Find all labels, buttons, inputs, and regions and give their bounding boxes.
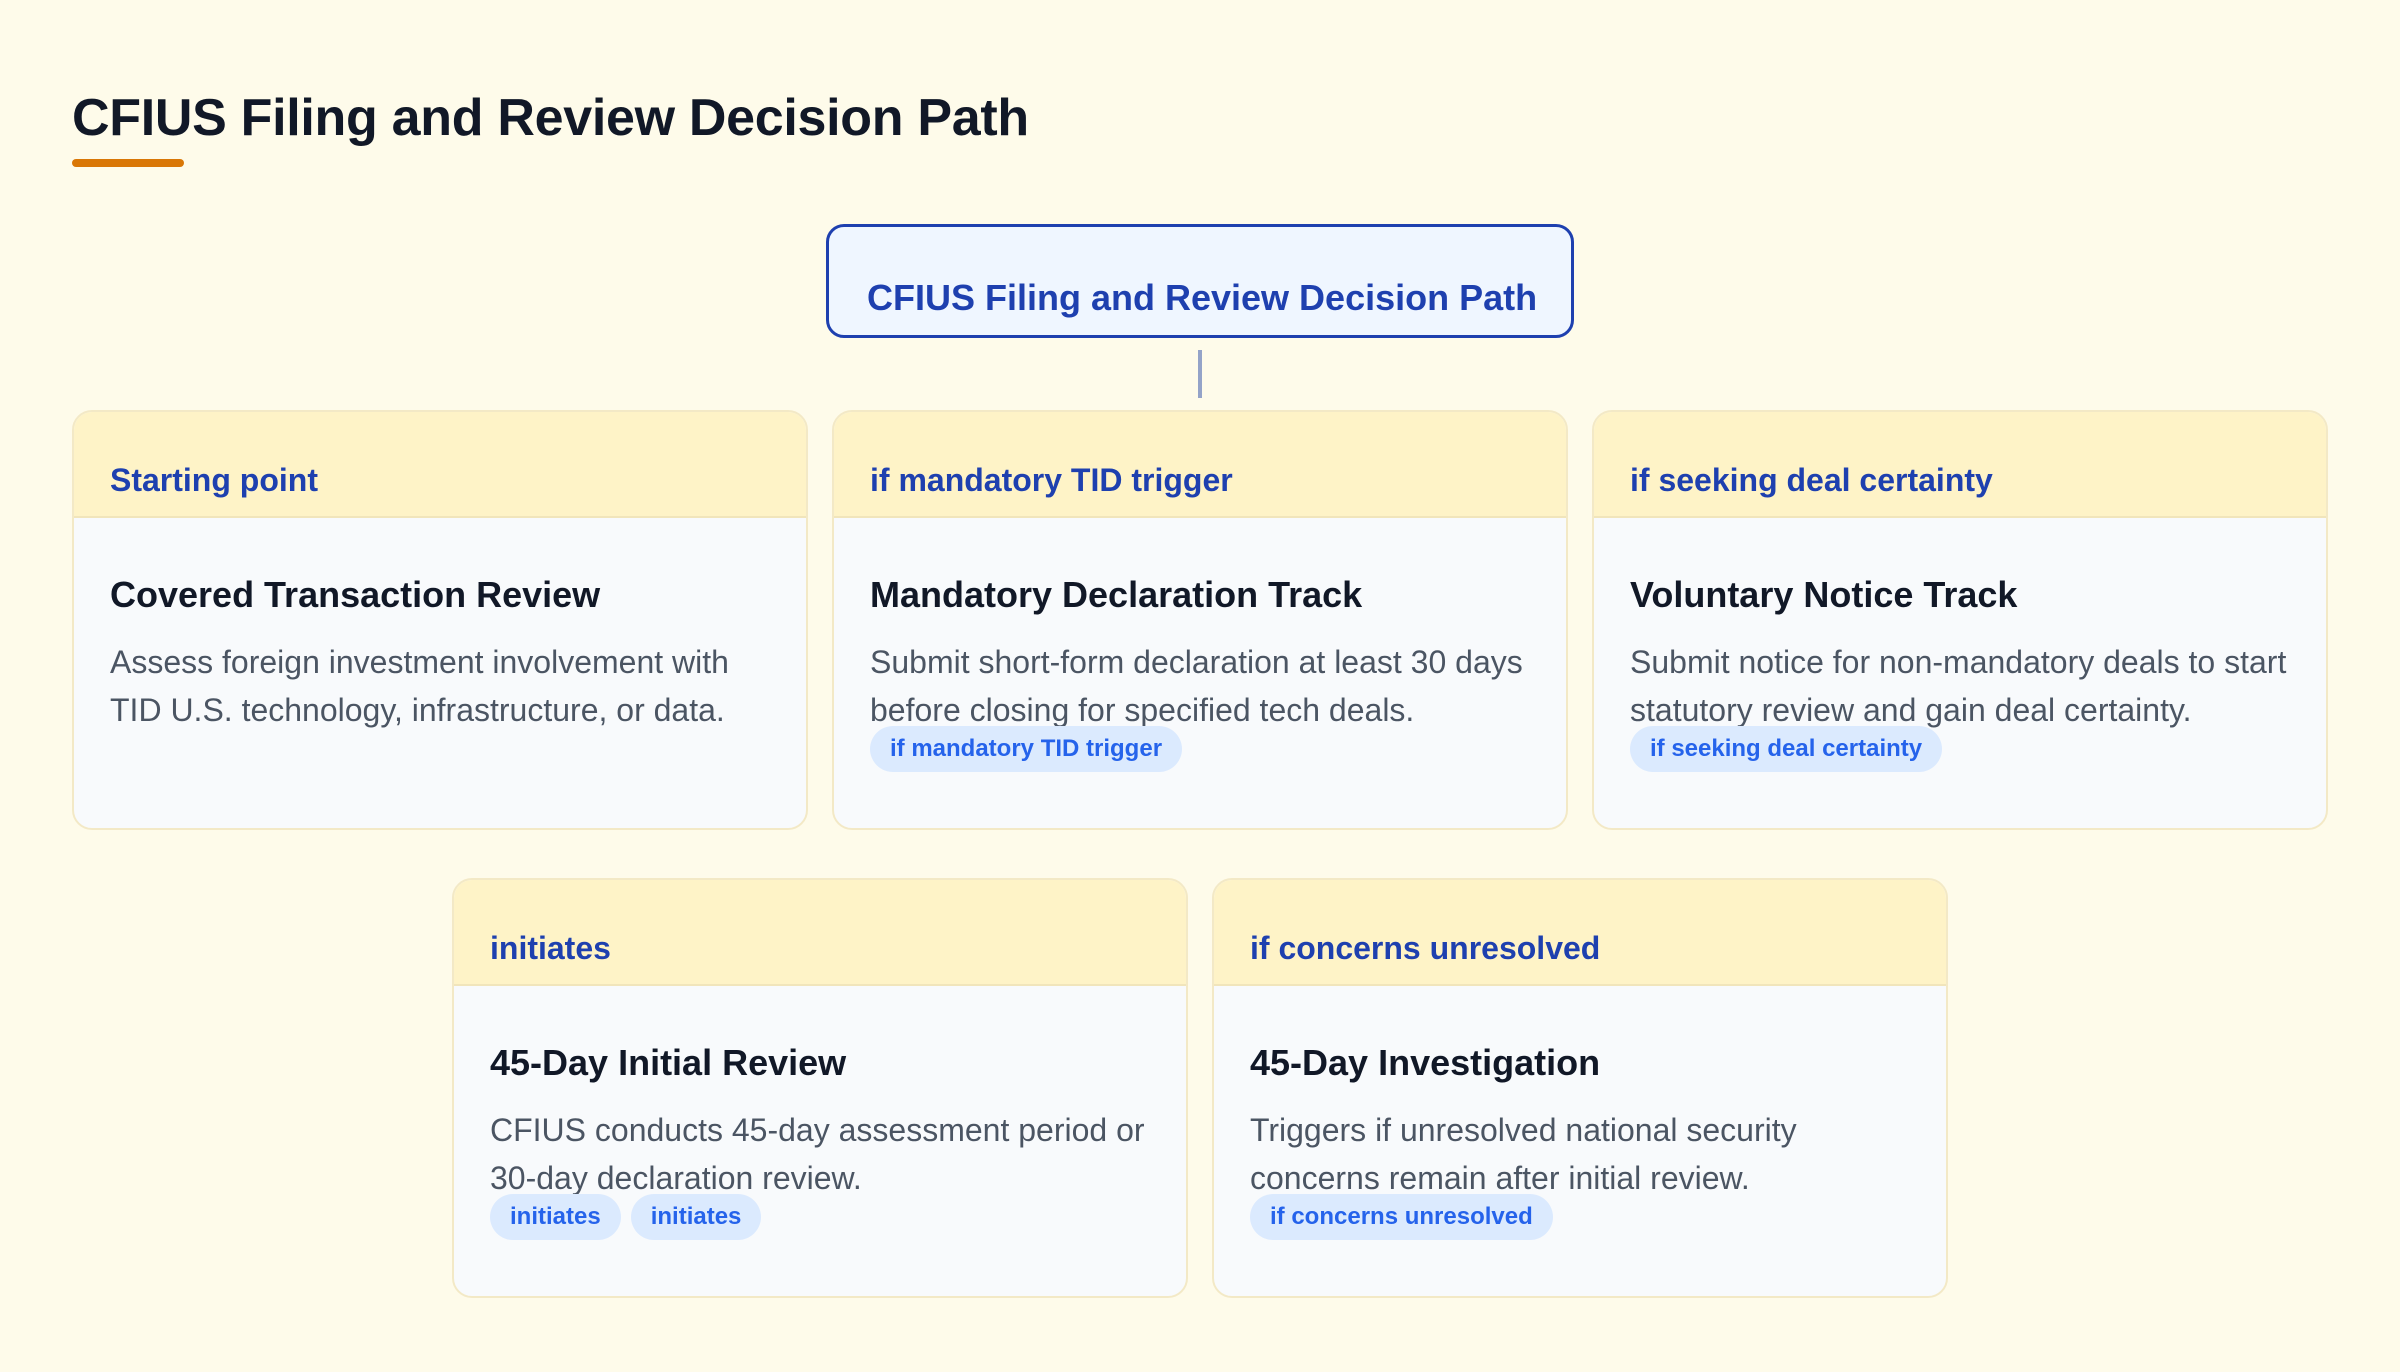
- card-title: 45-Day Investigation: [1250, 1042, 1601, 1083]
- card-description: Submit notice for non-mandatory deals to…: [1630, 644, 2287, 728]
- card-description: Submit short-form declaration at least 3…: [870, 644, 1523, 728]
- card-header: initiates: [454, 880, 1186, 986]
- card-title: Mandatory Declaration Track: [870, 574, 1363, 615]
- card-investigation: if concerns unresolved 45-Day Investigat…: [1212, 878, 1948, 1298]
- condition-chip: initiates: [490, 1194, 621, 1240]
- card-chips: if mandatory TID trigger: [870, 726, 1183, 772]
- card-tag: if mandatory TID trigger: [870, 462, 1233, 498]
- page-title: CFIUS Filing and Review Decision Path: [72, 89, 1029, 147]
- card-chips: if seeking deal certainty: [1630, 726, 1943, 772]
- card-header: if concerns unresolved: [1214, 880, 1946, 986]
- condition-chip: if seeking deal certainty: [1630, 726, 1943, 772]
- title-underline: [72, 159, 184, 167]
- card-header: if mandatory TID trigger: [834, 412, 1566, 518]
- condition-chip: if concerns unresolved: [1250, 1194, 1553, 1240]
- condition-chip: if mandatory TID trigger: [870, 726, 1183, 772]
- card-tag: Starting point: [110, 462, 318, 498]
- card-voluntary-notice-track: if seeking deal certainty Voluntary Noti…: [1592, 410, 2328, 830]
- diagram-page: CFIUS Filing and Review Decision Path CF…: [0, 0, 2400, 1372]
- card-header: if seeking deal certainty: [1594, 412, 2326, 518]
- card-tag: initiates: [490, 930, 611, 966]
- card-title: Covered Transaction Review: [110, 574, 601, 615]
- card-tag: if concerns unresolved: [1250, 930, 1601, 966]
- card-description: Assess foreign investment involvement wi…: [110, 644, 729, 728]
- card-description: Triggers if unresolved national security…: [1250, 1112, 1797, 1196]
- card-title: Voluntary Notice Track: [1630, 574, 2018, 615]
- root-connector: [1198, 350, 1202, 398]
- card-initial-review: initiates 45-Day Initial Review CFIUS co…: [452, 878, 1188, 1298]
- card-tag: if seeking deal certainty: [1630, 462, 1993, 498]
- root-node-label: CFIUS Filing and Review Decision Path: [867, 277, 1538, 318]
- root-node: CFIUS Filing and Review Decision Path: [826, 224, 1574, 338]
- card-chips: if concerns unresolved: [1250, 1194, 1553, 1240]
- card-description: CFIUS conducts 45-day assessment period …: [490, 1112, 1145, 1196]
- card-covered-transaction-review: Starting point Covered Transaction Revie…: [72, 410, 808, 830]
- condition-chip: initiates: [630, 1194, 762, 1240]
- card-mandatory-declaration-track: if mandatory TID trigger Mandatory Decla…: [832, 410, 1568, 830]
- card-chips: initiates initiates: [490, 1194, 762, 1240]
- card-header: Starting point: [74, 412, 806, 518]
- card-title: 45-Day Initial Review: [490, 1042, 847, 1083]
